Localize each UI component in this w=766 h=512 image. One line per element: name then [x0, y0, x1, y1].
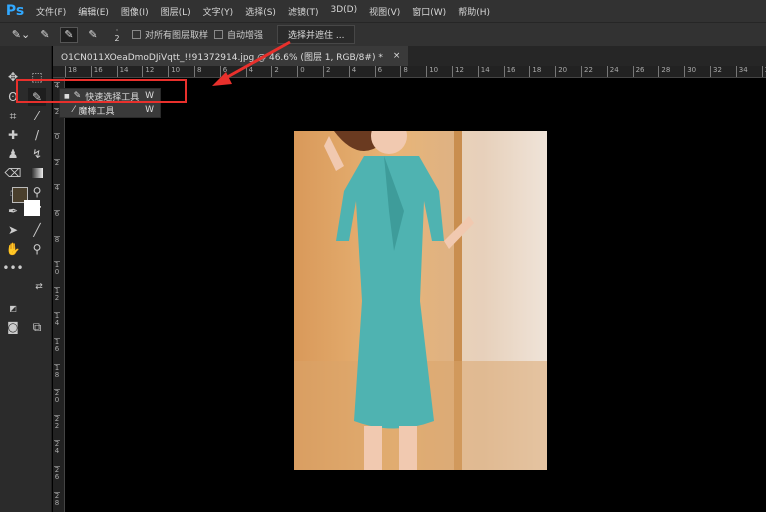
red-arrow-annotation	[212, 40, 291, 86]
